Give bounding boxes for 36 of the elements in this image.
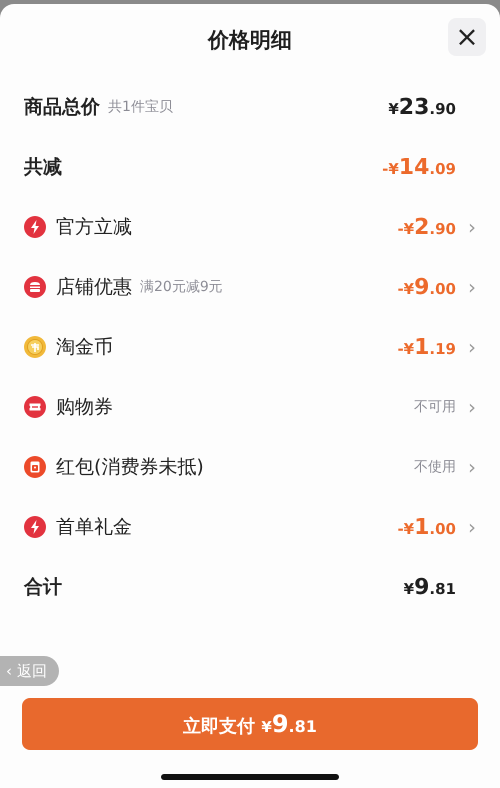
lightning-icon (24, 516, 46, 538)
close-button[interactable]: × (448, 18, 486, 56)
row-label: 淘金币 (56, 335, 113, 360)
row-label: 店铺优惠 (56, 275, 132, 300)
status-text: 不使用 (414, 458, 456, 476)
row-note: 满20元减9元 (140, 278, 223, 296)
pay-button[interactable]: 立即支付 ¥9.81 (22, 698, 478, 750)
chevron-icon[interactable]: › (456, 277, 476, 297)
lightning-icon (24, 216, 46, 238)
coin-icon (24, 336, 46, 358)
price-amount: ¥23.90 (388, 94, 456, 120)
price-amount: -¥9.00 (397, 274, 456, 300)
row-label: 官方立减 (56, 215, 132, 240)
sheet-title: 价格明细 (208, 27, 292, 54)
envelope-icon (24, 456, 46, 478)
row-label: 红包(消费券未抵) (56, 455, 204, 480)
chevron-icon[interactable]: › (456, 397, 476, 417)
row-label: 共减 (24, 155, 62, 180)
price-amount: -¥2.90 (397, 214, 456, 240)
row-label: 合计 (24, 575, 62, 600)
price-amount: -¥1.19 (397, 334, 456, 360)
status-text: 不可用 (414, 398, 456, 416)
store-icon (24, 276, 46, 298)
row-label: 首单礼金 (56, 515, 132, 540)
chevron-icon[interactable]: › (456, 337, 476, 357)
price-amount: ¥9.81 (404, 574, 456, 600)
ticket-icon (24, 396, 46, 418)
row-note: 共1件宝贝 (108, 98, 173, 116)
row-label: 购物券 (56, 395, 113, 420)
price-amount: -¥1.00 (397, 514, 456, 540)
back-button[interactable]: ‹ 返回 (0, 656, 59, 686)
row-label: 商品总价 (24, 95, 100, 120)
chevron-icon[interactable]: › (456, 217, 476, 237)
chevron-icon[interactable]: › (456, 457, 476, 477)
price-amount: -¥14.09 (382, 154, 456, 180)
chevron-icon[interactable]: › (456, 517, 476, 537)
